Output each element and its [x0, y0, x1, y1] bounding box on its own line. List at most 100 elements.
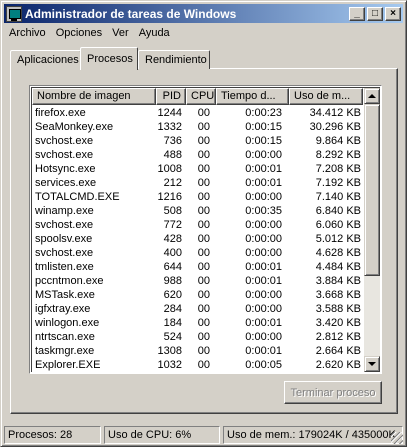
- cell-cpu-time: 0:00:01: [245, 345, 282, 357]
- cell-memory: 8.292 KB: [315, 149, 361, 161]
- status-memory: Uso de mem.: 179024K / 435000K: [223, 426, 403, 444]
- cell-pid: 1332: [157, 121, 182, 133]
- maximize-icon: □: [371, 7, 379, 19]
- close-button[interactable]: ×: [385, 6, 401, 21]
- cell-cpu-time: 0:00:00: [245, 233, 282, 245]
- cell-cpu: 00: [197, 247, 210, 259]
- vertical-scrollbar[interactable]: [364, 88, 380, 372]
- cell-cpu-time: 0:00:00: [245, 331, 282, 343]
- cell-memory: 9.864 KB: [315, 135, 361, 147]
- title-bar[interactable]: Administrador de tareas de Windows _ □ ×: [4, 4, 403, 23]
- cell-cpu: 00: [197, 345, 210, 357]
- scroll-up-icon: [368, 94, 376, 98]
- cell-image-name: taskmgr.exe: [35, 345, 95, 357]
- cell-memory: 7.192 KB: [315, 177, 361, 189]
- cell-cpu-time: 0:00:05: [245, 359, 282, 371]
- process-list[interactable]: Nombre de imagen PID CPU Tiempo d... Uso…: [29, 85, 382, 374]
- cell-cpu-time: 0:00:00: [245, 219, 282, 231]
- cell-cpu-time: 0:00:15: [245, 121, 282, 133]
- column-header-memory[interactable]: Uso de m...: [289, 88, 363, 105]
- table-row[interactable]: services.exe 212 00 0:00:01 7.192 KB: [32, 176, 363, 190]
- cell-memory: 5.012 KB: [315, 233, 361, 245]
- table-row[interactable]: winlogon.exe 184 00 0:00:01 3.420 KB: [32, 316, 363, 330]
- cell-pid: 736: [163, 135, 182, 147]
- table-row[interactable]: svchost.exe 772 00 0:00:00 6.060 KB: [32, 218, 363, 232]
- cell-image-name: services.exe: [35, 177, 97, 189]
- table-row[interactable]: tmlisten.exe 644 00 0:00:01 4.484 KB: [32, 260, 363, 274]
- column-header-name[interactable]: Nombre de imagen: [32, 88, 156, 105]
- scroll-down-icon: [368, 362, 376, 366]
- close-icon: ×: [390, 7, 396, 19]
- menu-opciones[interactable]: Opciones: [51, 27, 107, 39]
- cell-memory: 4.628 KB: [315, 247, 361, 259]
- cell-cpu-time: 0:00:01: [245, 163, 282, 175]
- table-row[interactable]: pccntmon.exe 988 00 0:00:01 3.884 KB: [32, 274, 363, 288]
- cell-memory: 30.296 KB: [309, 121, 361, 133]
- scroll-down-button[interactable]: [364, 356, 380, 372]
- table-row[interactable]: spoolsv.exe 428 00 0:00:00 5.012 KB: [32, 232, 363, 246]
- cell-pid: 184: [163, 317, 182, 329]
- task-manager-icon: [6, 5, 22, 22]
- table-row[interactable]: Hotsync.exe 1008 00 0:00:01 7.208 KB: [32, 162, 363, 176]
- table-row[interactable]: Explorer.EXE 1032 00 0:00:05 2.620 KB: [32, 358, 363, 372]
- cell-cpu: 00: [197, 331, 210, 343]
- scroll-up-button[interactable]: [364, 88, 380, 104]
- table-row[interactable]: ntrtscan.exe 524 00 0:00:00 2.812 KB: [32, 330, 363, 344]
- tab-rendimiento[interactable]: Rendimiento: [138, 50, 210, 69]
- cell-pid: 508: [163, 205, 182, 217]
- cell-image-name: svchost.exe: [35, 149, 94, 161]
- cell-image-name: igfxtray.exe: [35, 303, 91, 315]
- cell-image-name: winamp.exe: [35, 205, 94, 217]
- table-row[interactable]: taskmgr.exe 1308 00 0:00:01 2.664 KB: [32, 344, 363, 358]
- cell-pid: 488: [163, 149, 182, 161]
- minimize-button[interactable]: _: [349, 6, 365, 21]
- resize-grip-icon[interactable]: [391, 432, 403, 444]
- cell-pid: 1308: [157, 345, 182, 357]
- cell-image-name: TOTALCMD.EXE: [35, 191, 120, 203]
- table-row[interactable]: svchost.exe 488 00 0:00:00 8.292 KB: [32, 148, 363, 162]
- table-row[interactable]: SeaMonkey.exe 1332 00 0:00:15 30.296 KB: [32, 120, 363, 134]
- cell-cpu: 00: [197, 233, 210, 245]
- column-header-cpu[interactable]: CPU: [186, 88, 216, 105]
- cell-pid: 644: [163, 261, 182, 273]
- table-row[interactable]: MSTask.exe 620 00 0:00:00 3.668 KB: [32, 288, 363, 302]
- tab-procesos[interactable]: Procesos: [80, 47, 138, 70]
- table-row[interactable]: winamp.exe 508 00 0:00:35 6.840 KB: [32, 204, 363, 218]
- cell-pid: 1244: [157, 107, 182, 119]
- menu-ver[interactable]: Ver: [107, 27, 134, 39]
- cell-cpu-time: 0:00:00: [245, 191, 282, 203]
- cell-memory: 7.140 KB: [315, 191, 361, 203]
- table-row[interactable]: svchost.exe 400 00 0:00:00 4.628 KB: [32, 246, 363, 260]
- cell-memory: 6.060 KB: [315, 219, 361, 231]
- cell-memory: 7.208 KB: [315, 163, 361, 175]
- cell-cpu-time: 0:00:00: [245, 303, 282, 315]
- cell-image-name: pccntmon.exe: [35, 275, 104, 287]
- column-header-time[interactable]: Tiempo d...: [216, 88, 289, 105]
- cell-memory: 3.668 KB: [315, 289, 361, 301]
- cell-memory: 3.588 KB: [315, 303, 361, 315]
- table-row[interactable]: igfxtray.exe 284 00 0:00:00 3.588 KB: [32, 302, 363, 316]
- table-row[interactable]: TOTALCMD.EXE 1216 00 0:00:00 7.140 KB: [32, 190, 363, 204]
- cell-cpu: 00: [197, 191, 210, 203]
- scroll-thumb[interactable]: [364, 104, 380, 276]
- cell-pid: 1032: [157, 359, 182, 371]
- table-row[interactable]: firefox.exe 1244 00 0:00:23 34.412 KB: [32, 106, 363, 120]
- cell-pid: 988: [163, 275, 182, 287]
- cell-image-name: winlogon.exe: [35, 317, 100, 329]
- end-process-button[interactable]: Terminar proceso: [284, 381, 382, 404]
- menu-archivo[interactable]: Archivo: [4, 27, 51, 39]
- list-rows: firefox.exe 1244 00 0:00:23 34.412 KB SeaMonk…: [32, 106, 363, 372]
- cell-pid: 524: [163, 331, 182, 343]
- cell-cpu: 00: [197, 205, 210, 217]
- cell-cpu: 00: [197, 163, 210, 175]
- column-header-pid[interactable]: PID: [156, 88, 186, 105]
- cell-cpu: 00: [197, 261, 210, 273]
- status-cpu: Uso de CPU: 6%: [104, 426, 220, 444]
- cell-cpu: 00: [197, 121, 210, 133]
- cell-pid: 428: [163, 233, 182, 245]
- cell-pid: 1008: [157, 163, 182, 175]
- tab-aplicaciones[interactable]: Aplicaciones: [10, 50, 81, 69]
- table-row[interactable]: svchost.exe 736 00 0:00:15 9.864 KB: [32, 134, 363, 148]
- menu-ayuda[interactable]: Ayuda: [134, 27, 175, 39]
- maximize-button[interactable]: □: [367, 6, 383, 21]
